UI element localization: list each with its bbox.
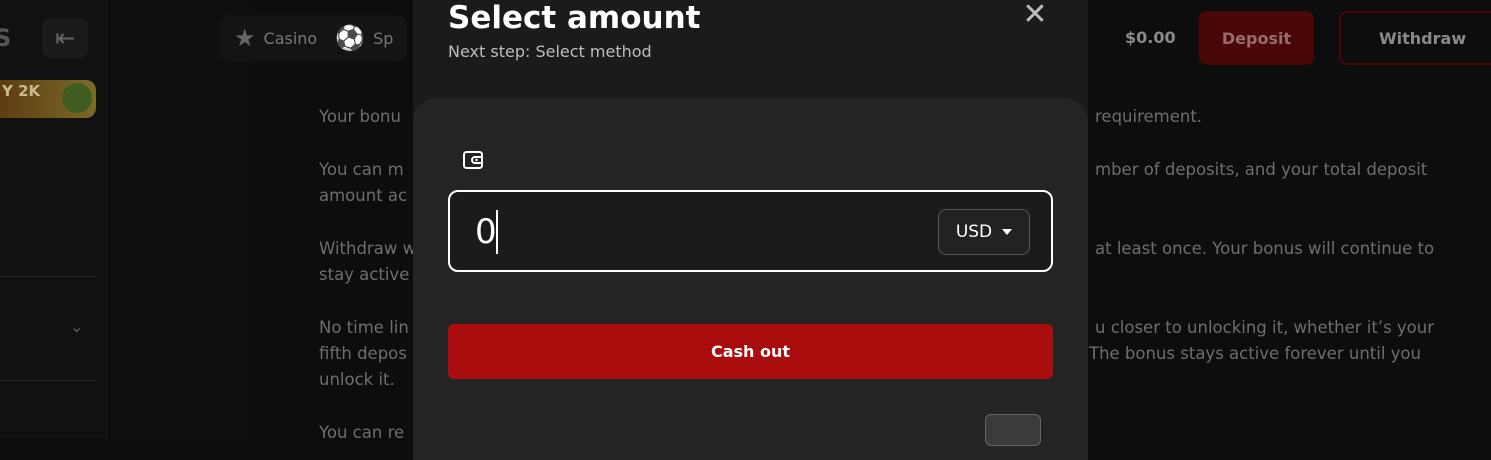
amount-panel: 0 USD Cash out	[413, 98, 1088, 460]
amount-input[interactable]: 0 USD	[448, 190, 1053, 272]
promo-character-image	[62, 83, 92, 113]
currency-select-value: USD	[955, 222, 993, 242]
chevron-down-icon[interactable]: ⌄	[70, 317, 83, 336]
secondary-sidebar	[112, 0, 252, 439]
nav-casino-label: Casino	[263, 28, 318, 48]
soccer-ball-icon: ⚽	[335, 24, 366, 52]
wallet-icon	[463, 151, 483, 169]
promo-banner-text: Y 2K	[2, 82, 41, 100]
nav-sports[interactable]: ⚽ Sp	[331, 24, 397, 52]
withdraw-modal: Select amount Next step: Select method ✕…	[413, 0, 1088, 460]
left-sidebar: S ⇤ Y 2K ⌄	[0, 0, 108, 439]
close-button[interactable]: ✕	[1022, 0, 1048, 30]
partial-control[interactable]	[985, 414, 1041, 446]
modal-title: Select amount	[448, 0, 701, 36]
menu-collapse-icon: ⇤	[54, 24, 76, 52]
star-icon: ★	[234, 24, 256, 52]
cash-out-button[interactable]: Cash out	[448, 324, 1053, 379]
top-navigation: ★ Casino ⚽ Sp	[220, 15, 408, 61]
currency-select[interactable]: USD	[938, 209, 1030, 255]
promo-banner[interactable]: Y 2K	[0, 80, 96, 118]
sidebar-divider	[0, 276, 96, 277]
dropdown-arrow-icon	[1002, 229, 1013, 235]
withdraw-button[interactable]: Withdraw	[1339, 11, 1491, 65]
balance-display: $0.00	[1125, 28, 1176, 47]
sidebar-divider	[0, 380, 96, 381]
amount-input-value[interactable]: 0	[475, 210, 497, 254]
close-icon: ✕	[1022, 0, 1048, 32]
collapse-sidebar-button[interactable]: ⇤	[42, 18, 88, 58]
text-cursor	[496, 210, 498, 254]
nav-sports-label: Sp	[373, 28, 394, 48]
nav-casino[interactable]: ★ Casino	[230, 24, 321, 52]
modal-subtitle: Next step: Select method	[448, 42, 652, 61]
deposit-button[interactable]: Deposit	[1199, 11, 1314, 65]
logo: S	[0, 24, 12, 52]
